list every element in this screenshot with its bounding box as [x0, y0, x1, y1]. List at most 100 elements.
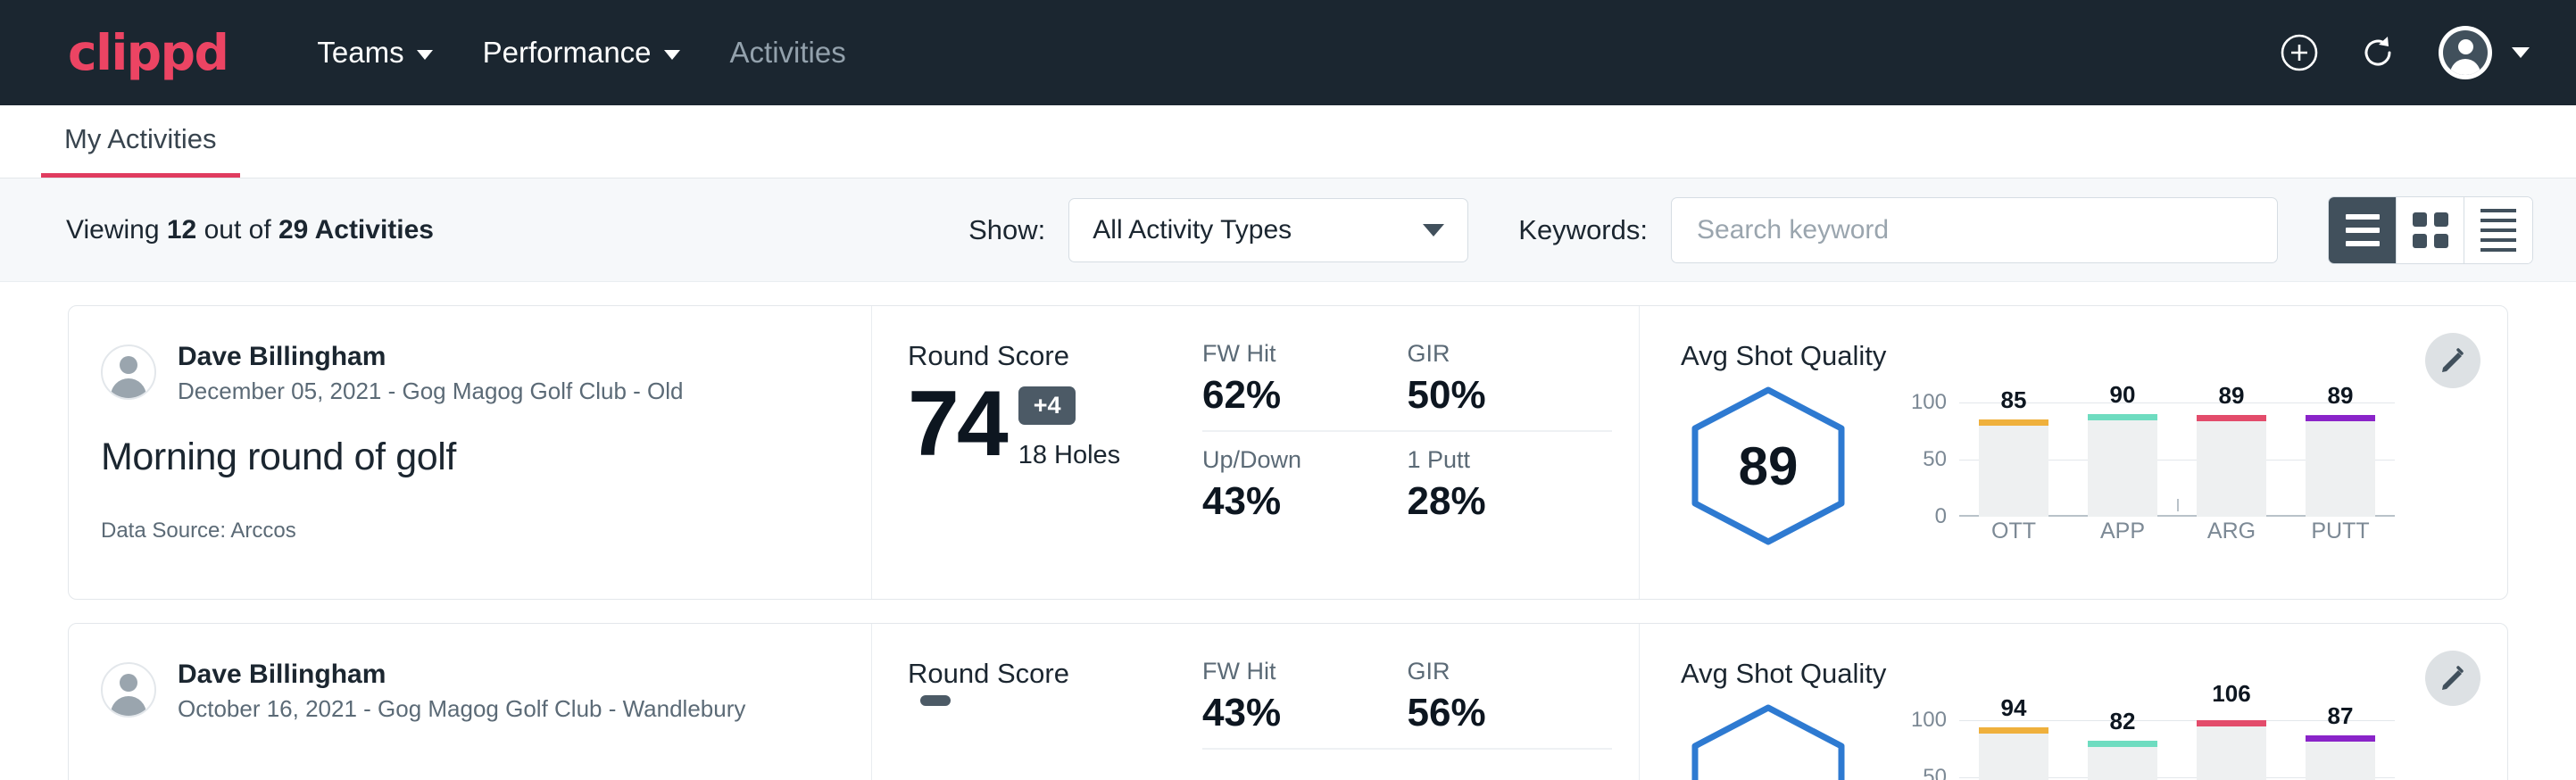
stat-label: 1 Putt — [1408, 446, 1577, 474]
bar-value-ott: 85 — [2001, 386, 2027, 414]
bar-value-arg: 89 — [2219, 382, 2245, 410]
chart-plot-area: 100 50 0 94 — [1959, 720, 2395, 780]
stats-grid: FW Hit 62% GIR 50% Up/Down 43% 1 Putt 28… — [1202, 340, 1612, 536]
y-tick-100: 100 — [1911, 390, 1947, 415]
bar-cap-app — [2088, 414, 2157, 420]
x-label-app: APP — [2068, 519, 2177, 544]
viewing-summary: Viewing 12 out of 29 Activities — [66, 215, 434, 245]
activity-data-source: Data Source: Arccos — [101, 519, 844, 544]
bar-ott: 85 — [1959, 402, 2068, 517]
bar-value-ott: 94 — [2001, 694, 2027, 722]
stat-fw-hit: FW Hit 43% — [1202, 658, 1408, 750]
bar-cap-arg — [2197, 720, 2266, 726]
stats-column: FW Hit 43% GIR 56% — [1193, 624, 1640, 780]
viewing-total: 29 Activities — [278, 215, 434, 245]
y-tick-0: 0 — [1935, 504, 1947, 529]
activity-meta: December 05, 2021 - Gog Magog Golf Club … — [178, 378, 684, 405]
bar-cap-arg — [2197, 415, 2266, 421]
shot-quality-chart: 100 50 0 94 — [1895, 701, 2395, 780]
refresh-button[interactable] — [2358, 33, 2397, 72]
y-tick-50: 50 — [1923, 765, 1947, 780]
score-differential-badge — [920, 695, 951, 706]
nav-item-activities-label: Activities — [730, 36, 846, 70]
filter-bar: Viewing 12 out of 29 Activities Show: Al… — [0, 178, 2576, 282]
pencil-icon — [2439, 346, 2467, 375]
bar-value-putt: 89 — [2328, 382, 2354, 410]
avatar[interactable] — [2439, 26, 2492, 79]
bar-shape-app — [2088, 741, 2157, 780]
bar-arg: 89 — [2177, 402, 2286, 517]
bar-cap-ott — [1979, 727, 2048, 734]
stat-up-down — [1202, 764, 1408, 780]
x-label-putt: PUTT — [2286, 519, 2395, 544]
activity-type-select[interactable]: All Activity Types — [1068, 198, 1468, 262]
bar-cap-ott — [1979, 419, 2048, 426]
grid-view-button[interactable] — [2397, 197, 2464, 263]
stat-gir: GIR 50% — [1408, 340, 1613, 432]
view-toggle-group — [2328, 196, 2533, 264]
round-score-label: Round Score — [908, 658, 1193, 690]
stat-value: 62% — [1202, 373, 1372, 418]
add-button[interactable] — [2280, 33, 2319, 72]
activity-info-column: Dave Billingham December 05, 2021 - Gog … — [69, 306, 872, 599]
stat-gir: GIR 56% — [1408, 658, 1613, 750]
y-tick-100: 100 — [1911, 708, 1947, 733]
avg-shot-quality-label: Avg Shot Quality — [1681, 658, 2507, 690]
nav-item-performance[interactable]: Performance — [483, 36, 680, 70]
activity-user-name: Dave Billingham — [178, 658, 745, 692]
plus-circle-icon — [2280, 33, 2319, 72]
activity-title: Morning round of golf — [101, 436, 844, 479]
chevron-down-icon[interactable] — [2512, 47, 2530, 58]
avatar — [101, 344, 156, 400]
chart-x-labels: OTT APP ARG PUTT — [1959, 519, 2395, 544]
stat-1-putt: 1 Putt 28% — [1408, 446, 1613, 536]
round-score-row: 74 +4 18 Holes — [908, 378, 1193, 470]
chevron-down-icon — [664, 50, 680, 60]
chevron-down-icon — [417, 50, 433, 60]
bar-value-app: 90 — [2110, 381, 2136, 409]
nav-item-teams[interactable]: Teams — [317, 36, 432, 70]
stat-value: 50% — [1408, 373, 1577, 418]
stat-up-down: Up/Down 43% — [1202, 446, 1408, 536]
stat-label: Up/Down — [1202, 446, 1372, 474]
bar-shape-arg — [2197, 720, 2266, 780]
shot-quality-score — [1681, 701, 1856, 780]
activity-card[interactable]: Dave Billingham October 16, 2021 - Gog M… — [68, 623, 2508, 780]
avatar — [101, 662, 156, 718]
shot-quality-hexagon — [1681, 701, 1856, 780]
bar-app: 82 — [2068, 720, 2177, 780]
nav-item-activities[interactable]: Activities — [730, 36, 846, 70]
bar-ott: 94 — [1959, 720, 2068, 780]
viewing-count: 12 — [167, 215, 196, 245]
round-score-label: Round Score — [908, 340, 1193, 372]
stat-label: FW Hit — [1202, 340, 1372, 368]
stats-column: FW Hit 62% GIR 50% Up/Down 43% 1 Putt 28… — [1193, 306, 1640, 599]
compact-view-button[interactable] — [2464, 197, 2532, 263]
bar-shape-ott — [1979, 727, 2048, 780]
activity-user-block: Dave Billingham October 16, 2021 - Gog M… — [178, 658, 745, 723]
bar-shape-ott — [1979, 419, 2048, 517]
app-logo[interactable]: clippd — [68, 24, 228, 81]
tab-bar: My Activities — [0, 105, 2576, 178]
shot-quality-body: 100 50 0 94 — [1681, 701, 2507, 780]
nav-item-teams-label: Teams — [317, 36, 403, 70]
stat-value: 43% — [1202, 479, 1372, 524]
bar-cap-putt — [2306, 415, 2375, 421]
chevron-down-icon — [1423, 224, 1444, 236]
tab-my-activities[interactable]: My Activities — [41, 123, 240, 178]
activity-type-select-value: All Activity Types — [1093, 215, 1292, 245]
list-view-button[interactable] — [2329, 197, 2397, 263]
tab-my-activities-label: My Activities — [64, 123, 217, 154]
edit-activity-button[interactable] — [2425, 333, 2480, 388]
bar-shape-app — [2088, 414, 2157, 517]
activity-list: Dave Billingham December 05, 2021 - Gog … — [0, 282, 2576, 780]
bar-value-arg: 106 — [2212, 680, 2250, 708]
edit-activity-button[interactable] — [2425, 651, 2480, 706]
activity-card[interactable]: Dave Billingham December 05, 2021 - Gog … — [68, 305, 2508, 600]
search-input[interactable] — [1671, 197, 2278, 263]
holes-played: 18 Holes — [1018, 441, 1120, 470]
bar-value-putt: 87 — [2328, 702, 2354, 730]
y-tick-50: 50 — [1923, 447, 1947, 472]
shot-quality-body: 89 100 50 0 85 — [1681, 383, 2507, 561]
round-score-side: +4 18 Holes — [1018, 386, 1120, 470]
